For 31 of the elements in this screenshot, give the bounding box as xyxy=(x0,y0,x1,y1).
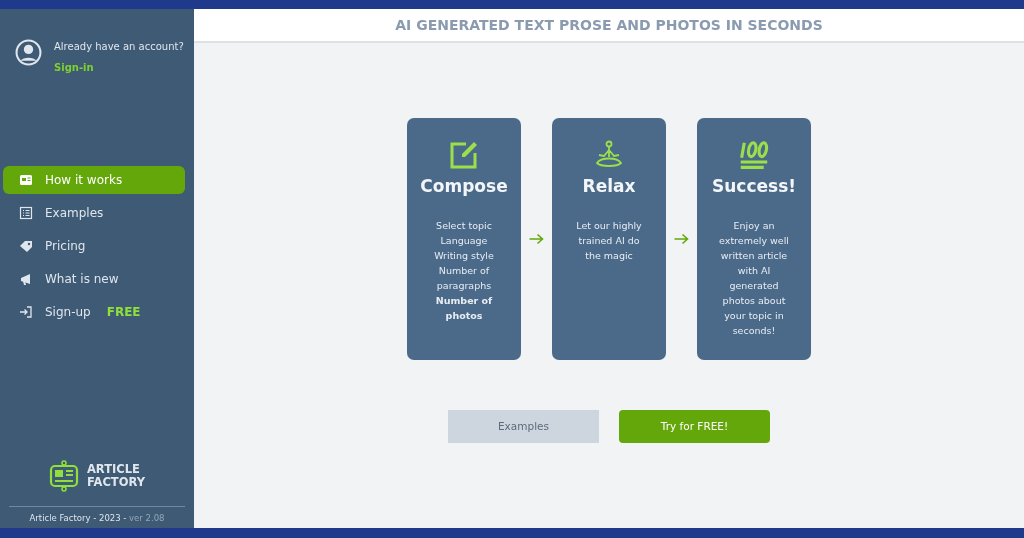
tag-icon xyxy=(19,239,33,253)
step-description: Select topic Language Writing style Number of paragraphs Number of photos xyxy=(433,218,495,323)
user-icon xyxy=(15,39,42,66)
account-prompt: Already have an account? xyxy=(54,40,184,54)
logo-text: FACTORY xyxy=(86,476,146,490)
logo-icon xyxy=(48,460,79,493)
page-title: AI GENERATED TEXT PROSE AND PHOTOS IN SECONDS xyxy=(395,15,823,35)
nav-item[interactable]: Examples xyxy=(3,199,185,227)
step-description: Enjoy an extremely well written article with AI generated photos about your topic in seconds! xyxy=(718,218,790,338)
arrow-icon xyxy=(673,233,690,245)
hundred-points-icon xyxy=(738,140,770,170)
step-title: Relax xyxy=(582,175,636,198)
arrow-icon xyxy=(528,233,545,245)
sign-in-icon xyxy=(19,305,33,319)
footer-text: Article Factory - 2023 - ver 2.08 xyxy=(9,506,185,528)
step-description: Let our highly trained AI do the magic xyxy=(575,218,643,263)
step-title: Success! xyxy=(712,175,796,198)
megaphone-icon xyxy=(19,272,33,286)
list-icon xyxy=(19,206,33,220)
nav-item[interactable]: Sign-up FREE xyxy=(3,298,185,326)
sign-in-link[interactable]: Sign-in xyxy=(54,62,94,73)
meditation-icon xyxy=(594,140,624,170)
examples-button[interactable]: Examples xyxy=(448,410,599,443)
logo-text: ARTICLE xyxy=(86,463,141,477)
try-free-button[interactable]: Try for FREE! xyxy=(619,410,770,443)
nav-item[interactable]: What is new xyxy=(3,265,185,293)
edit-icon xyxy=(449,140,479,170)
nav-item[interactable]: Pricing xyxy=(3,232,185,260)
card-icon xyxy=(19,173,33,187)
nav-item[interactable]: How it works xyxy=(3,166,185,194)
step-title: Compose xyxy=(420,175,508,198)
